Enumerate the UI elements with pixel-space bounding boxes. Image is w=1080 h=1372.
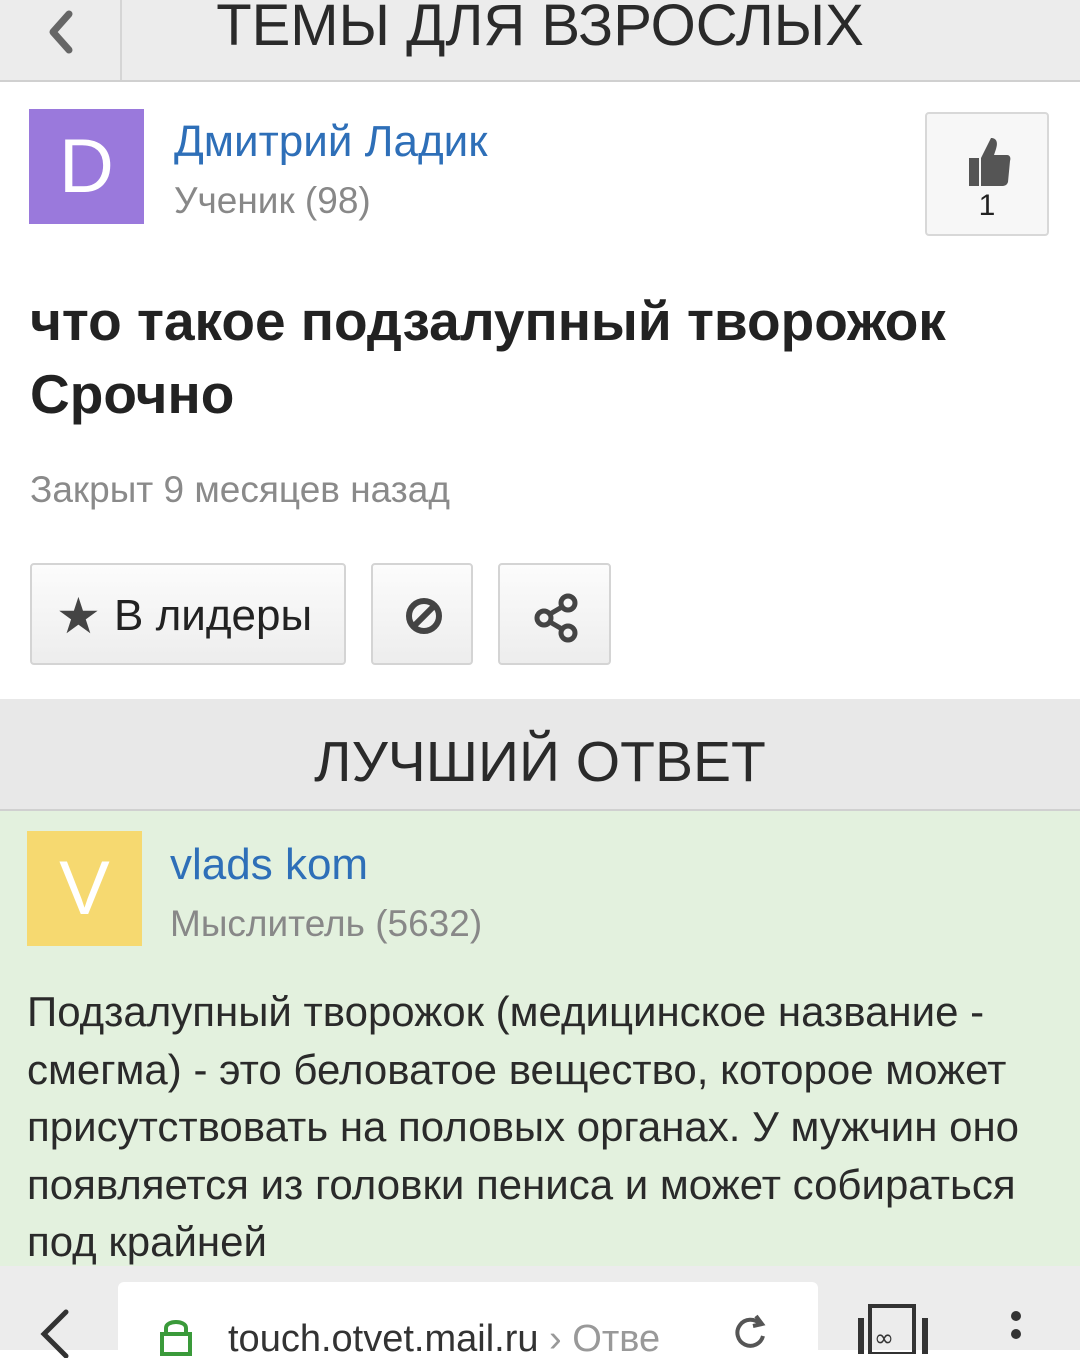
best-answer-heading: ЛУЧШИЙ ОТВЕТ xyxy=(0,699,1080,811)
reload-icon[interactable] xyxy=(730,1312,770,1352)
share-button[interactable] xyxy=(498,563,611,665)
question-author-avatar[interactable]: D xyxy=(29,109,144,224)
url-host: touch.otvet.mail.ru xyxy=(228,1318,539,1360)
url-path: › Отве xyxy=(549,1318,661,1360)
address-bar[interactable]: touch.otvet.mail.ru › Отве xyxy=(118,1282,818,1372)
thumbs-up-icon xyxy=(969,138,1011,186)
top-bar: ТЕМЫ ДЛЯ ВЗРОСЛЫХ xyxy=(0,0,1080,82)
browser-back-icon[interactable] xyxy=(34,1308,74,1358)
star-icon: ★ xyxy=(56,588,101,644)
menu-icon[interactable] xyxy=(1008,1310,1024,1350)
category-title: ТЕМЫ ДЛЯ ВЗРОСЛЫХ xyxy=(216,0,864,58)
chevron-left-icon xyxy=(49,10,73,54)
question-status: Закрыт 9 месяцев назад xyxy=(30,469,450,510)
block-icon xyxy=(406,598,442,634)
to-leaders-label: В лидеры xyxy=(114,591,313,640)
question-title: что такое подзалупный творожок Срочно xyxy=(30,290,946,425)
svg-text:∞: ∞ xyxy=(874,1324,894,1352)
report-button[interactable] xyxy=(371,563,473,665)
question-author-name[interactable]: Дмитрий Ладик xyxy=(174,117,487,167)
answer-text: Подзалупный творожок (медицинское назван… xyxy=(27,988,1020,1266)
question-author-rank: Ученик (98) xyxy=(174,180,371,221)
tabs-icon[interactable]: ∞ xyxy=(856,1304,936,1354)
back-button[interactable] xyxy=(0,0,122,80)
answer-author-name[interactable]: vlads kom xyxy=(170,840,368,890)
browser-toolbar: touch.otvet.mail.ru › Отве ∞ xyxy=(0,1266,1080,1372)
answer-author-rank: Мыслитель (5632) xyxy=(170,903,483,944)
like-button[interactable]: 1 xyxy=(925,112,1049,236)
lock-icon xyxy=(160,1320,192,1356)
answer-author-avatar[interactable]: V xyxy=(27,831,142,946)
url-text: touch.otvet.mail.ru › Отве xyxy=(228,1318,660,1361)
like-count: 1 xyxy=(978,189,996,222)
share-icon xyxy=(534,593,578,643)
to-leaders-button[interactable]: ★ В лидеры xyxy=(30,563,346,665)
